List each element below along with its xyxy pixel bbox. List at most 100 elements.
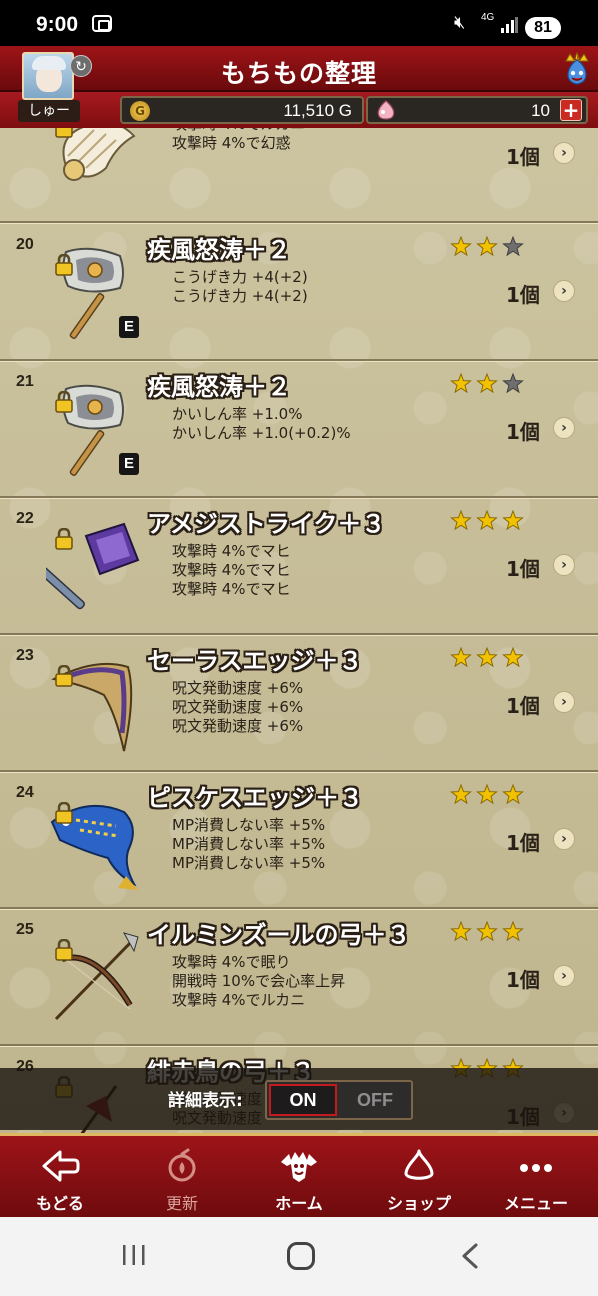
item-stat: 呪文発動速度 +6% — [172, 717, 304, 735]
chevron-right-icon[interactable]: › — [553, 965, 575, 987]
item-row[interactable]: 23 セーラスエッジ＋３ 呪文発動速度 +6% 呪文発動速度 +6% 呪文発動速度 +… — [0, 635, 598, 772]
lock-icon[interactable] — [54, 802, 74, 824]
item-row[interactable]: 25 イルミンズールの弓＋３ 攻撃時 4%で眠り 開戦時 10%で会心率上昇 攻撃時 … — [0, 909, 598, 1046]
gem-icon — [377, 100, 395, 120]
item-stat: 攻撃時 4%で幻惑 — [172, 134, 291, 152]
chevron-right-icon[interactable]: › — [553, 280, 575, 302]
rarity-stars — [450, 373, 524, 394]
gem-amount: 10 — [531, 101, 550, 120]
item-row[interactable]: 20 E 疾風怒涛＋２ こうげき力 +4(+2) こうげき力 +4(+2) 1個 › — [0, 224, 598, 361]
item-row[interactable]: 21 E 疾風怒涛＋２ かいしん率 +1.0% かいしん率 +1.0(+0.2)% 1個… — [0, 361, 598, 498]
screen-record-icon — [92, 15, 112, 32]
menu-dots-icon — [520, 1164, 552, 1172]
item-index: 22 — [16, 510, 34, 527]
king-slime-icon[interactable]: 10 — [561, 52, 593, 86]
lock-icon[interactable] — [54, 128, 74, 138]
star-filled-icon — [476, 236, 498, 257]
slime-badge: 10 — [573, 55, 581, 62]
chevron-right-icon[interactable]: › — [553, 142, 575, 164]
status-time: 9:00 — [36, 13, 79, 36]
recent-apps-icon[interactable] — [121, 1244, 147, 1266]
item-row[interactable]: 22 アメジストライク＋３ 攻撃時 4%でマヒ 攻撃時 4%でマヒ 攻撃時 4%でマヒ… — [0, 498, 598, 635]
star-filled-icon — [502, 647, 524, 668]
item-quantity: 1個 — [506, 831, 540, 855]
item-stat: 呪文発動速度 +6% — [172, 698, 304, 716]
star-filled-icon — [476, 921, 498, 942]
lock-icon[interactable] — [54, 391, 74, 413]
item-stat: こうげき力 +4(+2) — [172, 287, 308, 305]
signal-icon — [501, 17, 518, 33]
system-back-icon[interactable] — [458, 1243, 482, 1269]
chevron-right-icon[interactable]: › — [553, 691, 575, 713]
detail-toggle-bar: 詳細表示: ON OFF — [0, 1068, 598, 1130]
item-index: 23 — [16, 647, 34, 664]
nav-back[interactable]: もどる — [0, 1136, 120, 1220]
lock-icon[interactable] — [54, 254, 74, 276]
item-stat: MP消費しない率 +5% — [172, 835, 326, 853]
item-stat: こうげき力 +4(+2) — [172, 268, 308, 286]
item-name: イルミンズールの弓＋３ — [147, 921, 411, 949]
nav-refresh[interactable]: 更新 — [122, 1136, 242, 1220]
lock-icon[interactable] — [54, 939, 74, 961]
lock-icon[interactable] — [54, 528, 74, 550]
equipped-badge: E — [119, 453, 139, 475]
item-name: ピスケスエッジ＋３ — [147, 784, 363, 812]
lock-icon[interactable] — [54, 665, 74, 687]
item-index: 21 — [16, 373, 34, 390]
item-stat: かいしん率 +1.0% — [172, 405, 303, 423]
item-quantity: 1個 — [506, 968, 540, 992]
item-stat: かいしん率 +1.0(+0.2)% — [172, 424, 351, 442]
nav-home[interactable]: ホーム — [239, 1136, 359, 1220]
chevron-right-icon[interactable]: › — [553, 828, 575, 850]
item-index: 24 — [16, 784, 34, 801]
star-filled-icon — [450, 647, 472, 668]
item-quantity: 1個 — [506, 694, 540, 718]
item-index: 20 — [16, 236, 34, 253]
weapon-icon — [62, 128, 136, 181]
gold-amount: 11,510 G — [283, 101, 352, 120]
nav-refresh-label: 更新 — [165, 1194, 198, 1213]
item-stat: 攻撃時 4%でマヒ — [172, 580, 291, 598]
shop-slime-icon — [404, 1149, 434, 1180]
item-name: アメジストライク＋３ — [147, 510, 386, 538]
item-quantity: 1個 — [506, 557, 540, 581]
rarity-stars — [450, 647, 524, 668]
gem-display: 10 + — [366, 96, 588, 124]
chevron-right-icon[interactable]: › — [553, 417, 575, 439]
system-nav-bar — [0, 1217, 598, 1296]
rarity-stars — [450, 236, 524, 257]
star-empty-icon — [502, 236, 524, 257]
mute-icon: 🔇︎ — [454, 12, 466, 33]
item-list[interactable]: 攻撃時 4%で幻惑攻撃時 4%でルカニ攻撃時 4%で幻惑1個› 20 E 疾風怒涛＋… — [0, 128, 598, 1133]
star-filled-icon — [450, 784, 472, 805]
item-name: 疾風怒涛＋２ — [147, 236, 291, 264]
chevron-right-icon[interactable]: › — [553, 554, 575, 576]
item-quantity: 1個 — [506, 283, 540, 307]
nav-shop[interactable]: ショップ — [359, 1136, 479, 1220]
swap-character-icon[interactable]: ↻ — [70, 55, 92, 77]
gold-display: G 11,510 G — [120, 96, 364, 124]
detail-toggle[interactable]: ON OFF — [265, 1080, 413, 1120]
star-filled-icon — [476, 373, 498, 394]
detail-off-button[interactable]: OFF — [341, 1084, 409, 1116]
item-row[interactable]: 攻撃時 4%で幻惑攻撃時 4%でルカニ攻撃時 4%で幻惑1個› — [0, 128, 598, 223]
item-stat: MP消費しない率 +5% — [172, 854, 326, 872]
back-arrow-icon — [42, 1150, 80, 1182]
star-filled-icon — [450, 510, 472, 531]
star-empty-icon — [502, 373, 524, 394]
item-quantity: 1個 — [506, 420, 540, 444]
rarity-stars — [450, 921, 524, 942]
item-name: 疾風怒涛＋２ — [147, 373, 291, 401]
add-gems-button[interactable]: + — [560, 99, 582, 121]
item-stat: 開戦時 10%で会心率上昇 — [172, 972, 346, 990]
detail-on-button[interactable]: ON — [269, 1084, 337, 1116]
nav-back-label: もどる — [36, 1194, 84, 1213]
item-stat: 攻撃時 4%で眠り — [172, 953, 291, 971]
nav-menu[interactable]: メニュー — [476, 1136, 596, 1220]
currency-bar: G 11,510 G 10 + — [0, 92, 598, 128]
refresh-icon — [168, 1148, 196, 1182]
bottom-nav: もどる 更新 ホーム ショップ メニュー — [0, 1133, 598, 1217]
system-home-icon[interactable] — [287, 1242, 315, 1270]
player-avatar[interactable] — [22, 52, 74, 100]
item-row[interactable]: 24 ピスケスエッジ＋３ MP消費しない率 +5% MP消費しない率 +5% MP消費… — [0, 772, 598, 909]
